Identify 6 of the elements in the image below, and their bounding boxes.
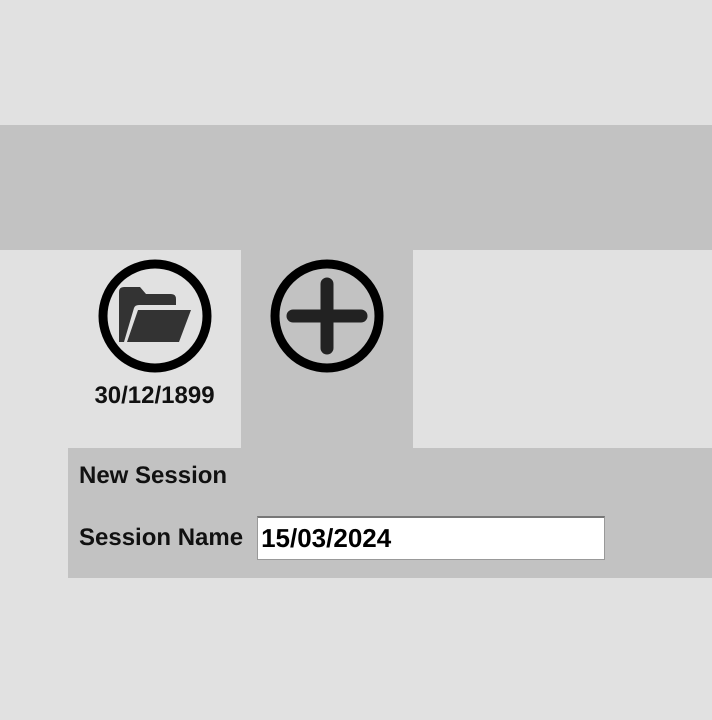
- plus-icon: [269, 258, 385, 374]
- session-date: 30/12/1899: [94, 382, 215, 410]
- field-label: Session Name: [79, 524, 244, 552]
- session-name-field[interactable]: 15/03/2024: [257, 516, 606, 560]
- folder-icon: [96, 258, 212, 374]
- panel-title: New Session: [79, 462, 228, 490]
